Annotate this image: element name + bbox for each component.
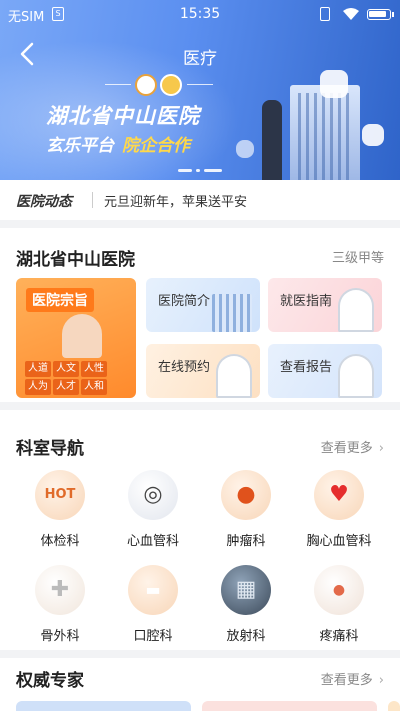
doctor-icon — [216, 354, 252, 398]
more-label: 查看更多 — [320, 441, 373, 456]
statue-image — [262, 100, 282, 180]
divider — [187, 84, 213, 85]
experts-section: 权威专家 查看更多 › — [0, 658, 400, 711]
dept-thoracic-cardiovascular[interactable]: ♥ 胸心血管科 — [292, 470, 386, 562]
dept-radiology[interactable]: ▦ 放射科 — [199, 565, 293, 657]
section-title: 科室导航 — [16, 439, 84, 459]
chevron-right-icon: › — [378, 673, 384, 688]
departments-more-link[interactable]: 查看更多 › — [321, 437, 384, 456]
tag: 人才 — [53, 379, 79, 395]
tag: 人文 — [53, 361, 79, 377]
dept-name: 口腔科 — [133, 629, 173, 644]
department-section: 科室导航 查看更多 › HOT 体检科 ◎ 心血管科 ● 肿瘤科 ♥ 胸心血管科 … — [0, 410, 400, 650]
tile-label: 查看报告 — [280, 360, 333, 375]
dept-checkup[interactable]: HOT 体检科 — [13, 470, 107, 562]
news-ticker[interactable]: 医院动态 元旦迎新年，苹果送平安 — [0, 180, 400, 220]
clock: 15:35 — [179, 6, 221, 22]
card-icon — [362, 124, 384, 146]
wifi-icon — [343, 8, 359, 20]
expert-card[interactable] — [16, 701, 191, 711]
partner-logos — [105, 74, 245, 96]
partner-logo-icon — [160, 74, 182, 96]
page-title: 医疗 — [183, 49, 217, 69]
tumor-icon: ● — [221, 470, 271, 520]
tag: 人和 — [81, 379, 107, 395]
banner-subtitle: 玄乐平台 院企合作 — [46, 131, 190, 156]
divider — [92, 192, 93, 208]
view-report-tile[interactable]: 查看报告 — [268, 344, 382, 398]
vibrate-icon — [320, 7, 330, 21]
dept-pain[interactable]: ● 疼痛科 — [292, 565, 386, 657]
chevron-right-icon: › — [378, 441, 384, 456]
dept-name: 放射科 — [226, 629, 266, 644]
dept-oncology[interactable]: ● 肿瘤科 — [199, 470, 293, 562]
tile-label: 就医指南 — [280, 294, 333, 309]
mission-tags: 人道 人文 人性 人为 人才 人和 — [24, 360, 134, 396]
hospital-section: 湖北省中山医院 三级甲等 医院宗旨 人道 人文 人性 人为 人才 人和 医院简介 就医指… — [0, 228, 400, 402]
divider — [105, 84, 131, 85]
tag: 人性 — [81, 361, 107, 377]
status-bar: 无SIM S 15:35 — [0, 0, 400, 30]
pain-icon: ● — [314, 565, 364, 615]
dept-name: 疼痛科 — [319, 629, 359, 644]
dept-name: 体检科 — [40, 534, 80, 549]
medical-kit-icon — [320, 70, 348, 98]
nurse-icon — [338, 288, 374, 332]
hospital-building-image — [290, 85, 360, 180]
heart-icon: ♥ — [314, 470, 364, 520]
carousel-indicator — [178, 169, 222, 172]
dept-name: 肿瘤科 — [226, 534, 266, 549]
dept-name: 心血管科 — [126, 534, 179, 549]
expert-card[interactable] — [388, 701, 400, 711]
experts-more-link[interactable]: 查看更多 › — [321, 669, 384, 688]
news-headline[interactable]: 元旦迎新年，苹果送平安 — [104, 191, 247, 210]
dept-cardiovascular[interactable]: ◎ 心血管科 — [106, 470, 200, 562]
hospital-intro-tile[interactable]: 医院简介 — [146, 278, 260, 332]
banner-title: 湖北省中山医院 — [46, 104, 200, 128]
battery-icon — [367, 9, 394, 20]
banner-subtitle-left: 玄乐平台 — [46, 136, 114, 156]
dept-orthopedics[interactable]: ✚ 骨外科 — [13, 565, 107, 657]
doctor-mask-icon — [338, 354, 374, 398]
dept-dental[interactable]: ▬ 口腔科 — [106, 565, 200, 657]
hospital-grade: 三级甲等 — [331, 251, 384, 266]
stethoscope-icon: ◎ — [128, 470, 178, 520]
online-appointment-tile[interactable]: 在线预约 — [146, 344, 260, 398]
more-label: 查看更多 — [320, 673, 373, 688]
hospital-name: 湖北省中山医院 — [16, 250, 135, 270]
building-icon — [212, 294, 252, 332]
xray-icon: ▦ — [221, 565, 271, 615]
pill-icon — [236, 140, 254, 158]
banner-subtitle-right: 院企合作 — [122, 136, 190, 156]
bandage-icon: ✚ — [35, 565, 85, 615]
doctor-image — [62, 314, 102, 358]
section-title: 权威专家 — [16, 671, 84, 691]
hero-banner[interactable]: 无SIM S 15:35 医疗 湖北省中山医院 玄乐平台 院企合作 — [0, 0, 400, 180]
hospital-logo-icon — [135, 74, 157, 96]
tag: 人为 — [25, 379, 51, 395]
tile-label: 医院宗旨 — [26, 288, 94, 312]
tooth-icon: ▬ — [128, 565, 178, 615]
tile-label: 在线预约 — [158, 360, 211, 375]
checkup-icon: HOT — [35, 470, 85, 520]
news-logo: 医院动态 — [16, 194, 72, 210]
expert-card[interactable] — [202, 701, 377, 711]
tag: 人道 — [25, 361, 51, 377]
hospital-mission-tile[interactable]: 医院宗旨 人道 人文 人性 人为 人才 人和 — [16, 278, 136, 398]
tile-label: 医院简介 — [158, 294, 211, 309]
visit-guide-tile[interactable]: 就医指南 — [268, 278, 382, 332]
dept-name: 胸心血管科 — [306, 534, 372, 549]
dept-name: 骨外科 — [40, 629, 80, 644]
